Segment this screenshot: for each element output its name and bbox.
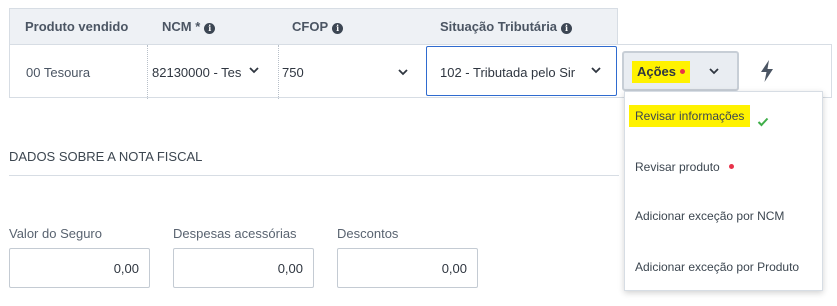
actions-menu: Revisar informações Revisar produto Adic…	[624, 91, 823, 291]
menu-item-revisar-produto[interactable]: Revisar produto	[635, 160, 734, 174]
info-icon[interactable]: i	[204, 23, 216, 34]
ncm-value: 82130000 - Tes	[152, 65, 242, 80]
lightning-icon[interactable]	[758, 59, 776, 83]
menu-item-revisar-informacoes[interactable]: Revisar informações	[629, 105, 751, 127]
section-title: DADOS SOBRE A NOTA FISCAL	[9, 149, 203, 164]
header-cfop: CFOP i	[292, 9, 344, 45]
cfop-value: 750	[282, 65, 304, 80]
descontos-input[interactable]	[337, 248, 478, 288]
situacao-select[interactable]: 102 - Tributada pelo Sir	[426, 46, 617, 96]
chevron-down-icon	[397, 67, 409, 77]
check-icon	[757, 114, 769, 132]
alert-dot-icon	[728, 164, 734, 169]
despesas-label: Despesas acessórias	[173, 226, 297, 241]
ncm-select[interactable]: 82130000 - Tes	[148, 45, 278, 99]
info-icon[interactable]: i	[332, 23, 344, 34]
chevron-down-icon	[708, 66, 720, 76]
table-header: Produto vendido NCM * i CFOP i Situação Tr…	[9, 8, 618, 44]
product-name: 00 Tesoura	[26, 65, 91, 80]
section-divider	[9, 175, 619, 176]
info-icon[interactable]: i	[561, 23, 573, 34]
descontos-label: Descontos	[337, 226, 399, 241]
despesas-input[interactable]	[173, 248, 314, 288]
seguro-input[interactable]	[9, 248, 150, 288]
actions-label: Ações	[632, 61, 691, 83]
situacao-value: 102 - Tributada pelo Sir	[440, 65, 576, 80]
header-ncm: NCM * i	[162, 9, 216, 45]
chevron-down-icon	[590, 65, 602, 75]
alert-dot-icon	[680, 69, 686, 74]
menu-item-excecao-ncm[interactable]: Adicionar exceção por NCM	[635, 209, 784, 223]
cfop-select[interactable]: 750	[279, 45, 419, 99]
chevron-down-icon	[248, 65, 260, 75]
seguro-label: Valor do Seguro	[9, 226, 102, 241]
menu-item-excecao-produto[interactable]: Adicionar exceção por Produto	[635, 260, 799, 274]
actions-dropdown-button[interactable]: Ações	[622, 51, 739, 91]
header-produto: Produto vendido	[25, 19, 129, 34]
header-situacao: Situação Tributária i	[440, 9, 573, 45]
